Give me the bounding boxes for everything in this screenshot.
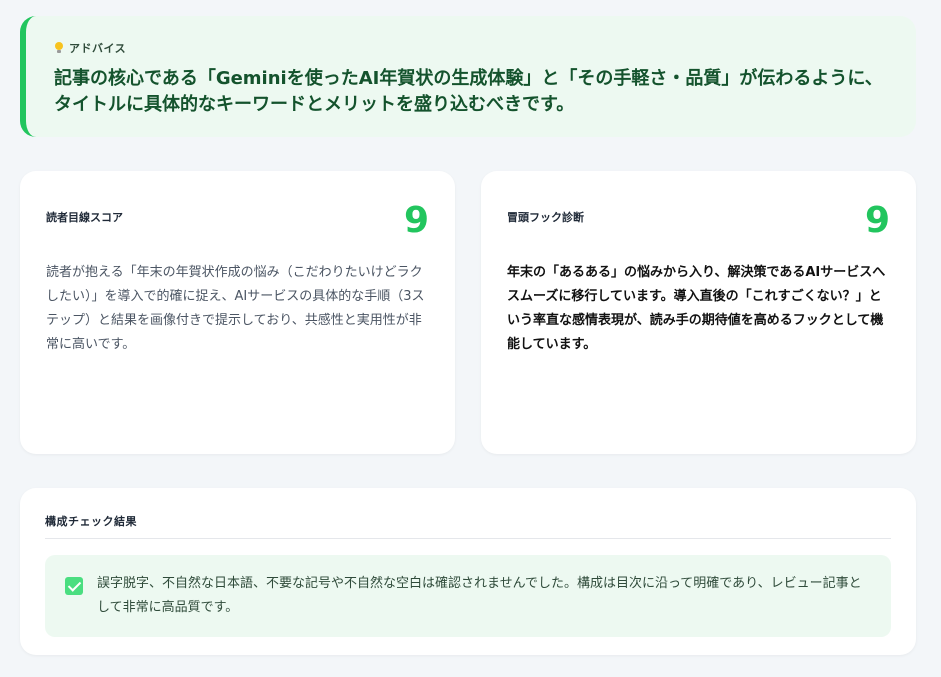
advice-label-row: アドバイス — [54, 40, 890, 56]
hook-diagnosis-card: 冒頭フック診断 9 年末の「あるある」の悩みから入り、解決策であるAIサービスへ… — [481, 171, 916, 454]
lightbulb-icon — [54, 42, 64, 54]
advice-text: 記事の核心である「Geminiを使ったAI年賀状の生成体験」と「その手軽さ・品質… — [54, 68, 883, 115]
hook-diagnosis-score: 9 — [864, 200, 890, 241]
advice-banner: アドバイス 記事の核心である「Geminiを使ったAI年賀状の生成体験」と「その… — [20, 16, 916, 137]
advice-label: アドバイス — [69, 42, 127, 55]
review-page: アドバイス 記事の核心である「Geminiを使ったAI年賀状の生成体験」と「その… — [0, 0, 941, 677]
reader-score-title: 読者目線スコア — [46, 211, 123, 224]
hook-diagnosis-text: 年末の「あるある」の悩みから入り、解決策であるAIサービスへスムーズに移行してい… — [507, 265, 886, 352]
structure-check-text: 誤字脱字、不自然な日本語、不要な記号や不自然な空白は確認されませんでした。構成は… — [97, 576, 862, 615]
structure-check-result: 誤字脱字、不自然な日本語、不要な記号や不自然な空白は確認されませんでした。構成は… — [45, 555, 891, 637]
checkbox-checked-icon — [65, 577, 83, 595]
structure-check-title: 構成チェック結果 — [45, 513, 891, 539]
structure-check-card: 構成チェック結果 誤字脱字、不自然な日本語、不要な記号や不自然な空白は確認されま… — [20, 488, 916, 655]
reader-score-text: 読者が抱える「年末の年賀状作成の悩み（こだわりたいけどラクしたい）」を導入で的確… — [46, 265, 425, 352]
reader-score-card: 読者目線スコア 9 読者が抱える「年末の年賀状作成の悩み（こだわりたいけどラクし… — [20, 171, 455, 454]
hook-diagnosis-title: 冒頭フック診断 — [507, 211, 584, 224]
reader-score-value: 9 — [403, 200, 429, 241]
